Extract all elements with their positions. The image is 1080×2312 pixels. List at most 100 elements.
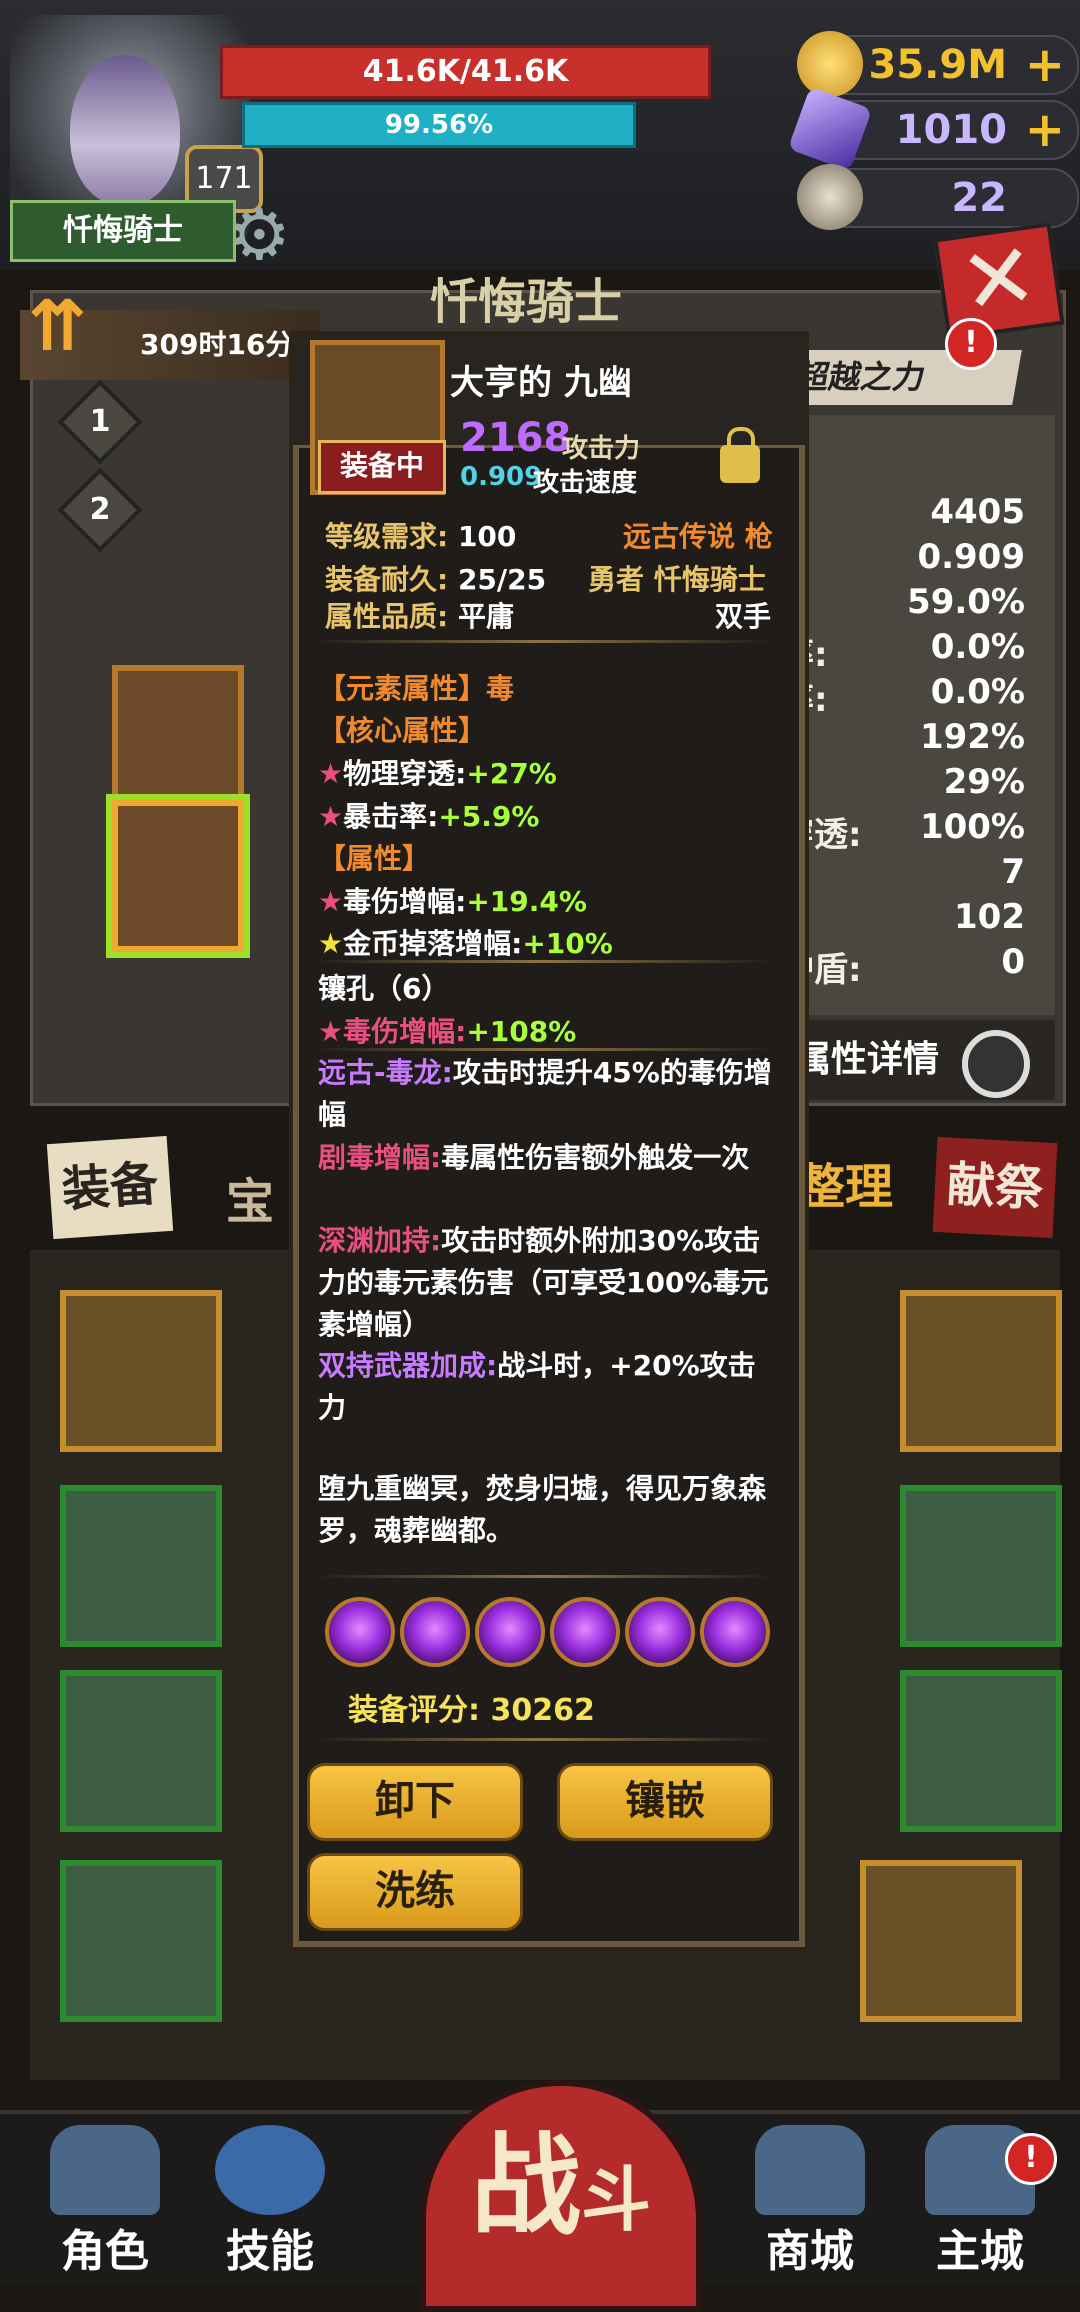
attr-1-label: 毒伤增幅: (343, 885, 467, 918)
element-header: 【元素属性】毒 (318, 672, 515, 705)
upgrade-arrows-icon: ⇈ (28, 285, 87, 367)
gold-counter: 35.9M + (797, 31, 1079, 97)
core-header: 【核心属性】 (318, 714, 487, 747)
item-rarity: 远古传说 枪 (623, 520, 773, 553)
inlay-button[interactable]: 镶嵌 (557, 1763, 773, 1841)
divider (313, 1048, 773, 1051)
nav-skill[interactable]: 技能 (195, 2125, 345, 2277)
stat-value: 192% (919, 717, 1025, 757)
attr-header: 【属性】 (318, 842, 431, 875)
exp-bar: 99.56% (242, 102, 636, 148)
socket-gem[interactable] (475, 1597, 545, 1667)
core-2-label: 暴击率: (343, 800, 439, 833)
skill-3-name: 深渊加持: (318, 1224, 442, 1257)
stat-value: 0.0% (930, 672, 1025, 712)
skill-3: 深渊加持:攻击时额外附加30%攻击力的毒元素伤害（可享受100%毒元素增幅） (318, 1220, 778, 1346)
socket-header: 镶孔（6） (318, 972, 450, 1005)
socket-1-value: +108% (466, 1015, 577, 1048)
item-owner: 勇者 忏悔骑士 (588, 563, 766, 596)
stat-value: 0 (1001, 942, 1025, 982)
hero-name: 忏悔骑士 (10, 200, 236, 262)
stat-value: 29% (943, 762, 1025, 802)
tab-treasure[interactable]: 宝石 (205, 1155, 295, 1325)
fight-label-2: 斗 (581, 2159, 651, 2241)
socket-gem[interactable] (700, 1597, 770, 1667)
crystal-counter: 1010 + (787, 86, 1079, 172)
hp-bar: 41.6K/41.6K (220, 45, 711, 99)
skill-2-text: 毒属性伤害额外触发一次 (441, 1141, 750, 1174)
add-gold-button[interactable]: + (1025, 37, 1065, 93)
nav-shop-label: 商城 (766, 2226, 854, 2277)
hand-type: 双手 (715, 600, 772, 633)
inventory-item[interactable] (900, 1290, 1062, 1452)
attribute-detail-label: 属性详情 (795, 1039, 940, 1080)
surpass-alert-badge: ! (945, 318, 997, 370)
panel-title: 忏悔骑士 (430, 274, 623, 330)
skill-4: 双持武器加成:战斗时，+20%攻击力 (318, 1345, 778, 1429)
socket-gem[interactable] (550, 1597, 620, 1667)
equipped-tag: 装备中 (318, 440, 446, 494)
core-2-value: +5.9% (438, 800, 540, 833)
role-icon (50, 2125, 160, 2215)
lock-icon[interactable] (720, 427, 760, 483)
level-req-label: 等级需求: (325, 520, 449, 553)
inventory-item[interactable] (60, 1670, 222, 1832)
gold-coin-icon (797, 31, 863, 97)
close-button[interactable]: ✕ (933, 222, 1065, 341)
shop-icon (755, 2125, 865, 2215)
inventory-item[interactable] (60, 1485, 222, 1647)
stat-value: 102 (954, 897, 1025, 937)
star-icon: ★ (318, 757, 344, 790)
quality-label: 属性品质: (325, 600, 449, 633)
equip-slot-weapon[interactable] (106, 794, 250, 958)
divider (313, 640, 773, 643)
star-icon: ★ (318, 800, 344, 833)
unequip-button[interactable]: 卸下 (307, 1763, 523, 1841)
core-1-value: +27% (466, 757, 557, 790)
add-crystal-button[interactable]: + (1025, 102, 1065, 158)
socket-gem[interactable] (400, 1597, 470, 1667)
durability-label: 装备耐久: (325, 563, 449, 596)
fight-label-1: 战 (471, 2122, 581, 2250)
nav-shop[interactable]: 商城 (735, 2125, 885, 2277)
socket-gem[interactable] (325, 1597, 395, 1667)
item-attack-label: 攻击力 (562, 434, 641, 464)
skill-1: 远古-毒龙:攻击时提升45%的毒伤增幅 (318, 1052, 778, 1136)
star-icon: ★ (318, 927, 344, 960)
nav-skill-label: 技能 (226, 2226, 314, 2277)
stat-value: 0.909 (917, 537, 1025, 577)
stat-value: 7 (1001, 852, 1025, 892)
attr-1-value: +19.4% (466, 885, 587, 918)
stat-value: 100% (919, 807, 1025, 847)
tab-sacrifice[interactable]: 献祭 (932, 1136, 1058, 1239)
horn-value: 22 (951, 175, 1007, 221)
inventory-item[interactable] (900, 1485, 1062, 1647)
item-speed-label: 攻击速度 (533, 468, 638, 498)
core-1-label: 物理穿透: (343, 757, 467, 790)
divider (313, 1575, 773, 1578)
tab-equip[interactable]: 装备 (46, 1135, 174, 1240)
score-value: 30262 (490, 1693, 595, 1728)
equip-slot-ring[interactable] (112, 665, 244, 817)
attr-2-label: 金币掉落增幅: (343, 927, 523, 960)
stat-value: 59.0% (907, 582, 1025, 622)
divider (313, 960, 773, 963)
stat-value: 0.0% (930, 627, 1025, 667)
score-label: 装备评分: (348, 1693, 480, 1728)
equip-score: 装备评分: 30262 (348, 1685, 595, 1729)
item-name: 大亨的 九幽 (450, 363, 632, 403)
skill-4-name: 双持武器加成: (318, 1349, 498, 1382)
inventory-item[interactable] (60, 1860, 222, 2022)
nav-role[interactable]: 角色 (30, 2125, 180, 2277)
inventory-item[interactable] (60, 1290, 222, 1452)
quality-value: 平庸 (457, 600, 514, 633)
inventory-item[interactable] (900, 1670, 1062, 1832)
refine-button[interactable]: 洗练 (307, 1853, 523, 1931)
socket-1-label: 毒伤增幅: (343, 1015, 467, 1048)
divider (313, 1738, 773, 1741)
skill-1-name: 远古-毒龙: (318, 1056, 453, 1089)
gold-value: 35.9M (868, 42, 1008, 88)
gear-icon[interactable]: ⚙ (228, 200, 291, 270)
socket-gem[interactable] (625, 1597, 695, 1667)
inventory-item[interactable] (860, 1860, 1022, 2022)
